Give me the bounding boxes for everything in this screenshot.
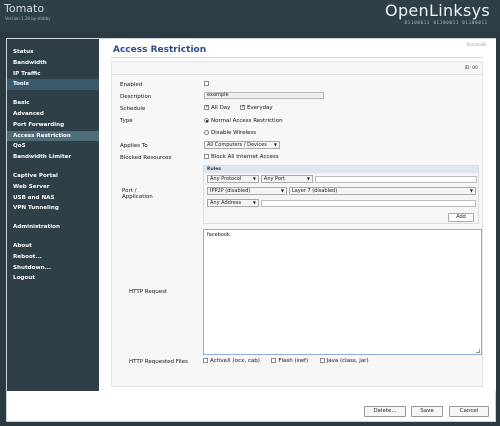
chevron-down-icon: ▼ [252, 200, 256, 205]
schedule-label: Schedule [120, 106, 146, 112]
flash-checkbox[interactable] [271, 358, 277, 363]
sidebar-item-tools[interactable]: Tools [7, 79, 99, 91]
disable-wireless-radio[interactable] [204, 130, 209, 135]
title-divider [111, 57, 483, 58]
ipp2p-value: IPP2P (disabled) [210, 188, 251, 194]
all-day-label: All Day [211, 105, 231, 111]
port-application-label: Port / Application [122, 188, 153, 200]
applies-to-value: All Computers / Devices [207, 142, 267, 148]
protocol-value: Any Protocol [210, 176, 242, 182]
port-input[interactable] [314, 175, 477, 183]
logo-binary-text: 01100011 01100011 01100011 [404, 20, 488, 25]
sidebar-item-status[interactable]: Status [7, 47, 99, 58]
http-request-textarea[interactable]: facebook [203, 229, 482, 355]
resize-handle-icon[interactable] [476, 349, 480, 353]
address-value: Any Address [210, 200, 242, 206]
rules-header: Rules [204, 166, 478, 173]
sidebar-item-usb-nas[interactable]: USB and NAS [7, 193, 99, 204]
layer7-value: Layer 7 (disabled) [291, 188, 338, 194]
sidebar-item-qos[interactable]: QoS [7, 141, 99, 152]
header-bar: Tomato Version 1.28 by shibby OpenLinksy… [0, 0, 500, 32]
block-all-internet-label: Block All Internet Access [211, 154, 279, 160]
everyday-label: Everyday [246, 105, 273, 111]
applies-to-label: Applies To [120, 143, 148, 149]
sidebar-item-administration[interactable]: Administration [7, 222, 99, 233]
applies-to-select[interactable]: All Computers / Devices ▼ [204, 141, 280, 149]
cancel-button[interactable]: Cancel [449, 406, 489, 417]
chevron-down-icon: ▼ [469, 188, 473, 193]
sidebar-item-port-forwarding[interactable]: Port Forwarding [7, 120, 99, 131]
description-label: Description [120, 94, 152, 100]
address-select[interactable]: Any Address ▼ [207, 199, 259, 207]
sidebar-item-access-restriction[interactable]: Access Restriction [7, 130, 99, 142]
chevron-down-icon: ▼ [252, 176, 256, 181]
sidebar-item-basic[interactable]: Basic [7, 98, 99, 109]
chevron-down-icon: ▼ [280, 188, 284, 193]
ipp2p-select[interactable]: IPP2P (disabled) ▼ [207, 187, 287, 195]
logo-text: OpenLinksys [385, 1, 490, 20]
http-request-value: facebook [207, 232, 230, 238]
chevron-down-icon: ▼ [273, 142, 277, 147]
activex-checkbox[interactable] [203, 358, 208, 363]
sidebar-item-about[interactable]: About [7, 241, 99, 252]
content-panel: TomatoSB Access Restriction ID: 00 Enabl… [100, 39, 496, 391]
description-input[interactable]: example [204, 92, 324, 99]
delete-button[interactable]: Delete... [364, 406, 406, 417]
chevron-down-icon: ▼ [306, 176, 310, 181]
sidebar-item-bandwidth[interactable]: Bandwidth [7, 58, 99, 69]
sidebar-item-vpn-tunneling[interactable]: VPN Tunneling [7, 203, 99, 214]
rule-id-label: ID: 00 [464, 66, 478, 71]
type-label: Type [120, 118, 133, 124]
sidebar-item-captive-portal[interactable]: Captive Portal [7, 171, 99, 182]
layer7-select[interactable]: Layer 7 (disabled) ▼ [288, 187, 476, 195]
sidebar-item-logout[interactable]: Logout [7, 273, 99, 284]
java-checkbox[interactable] [319, 358, 325, 363]
address-input[interactable] [260, 199, 476, 207]
port-select[interactable]: Any Port ▼ [260, 175, 313, 183]
block-all-internet-checkbox[interactable] [204, 154, 209, 159]
protocol-select[interactable]: Any Protocol ▼ [207, 175, 259, 183]
version-text: Version 1.28 by shibby [5, 16, 51, 21]
save-button[interactable]: Save [411, 406, 443, 417]
normal-restriction-radio[interactable] [204, 118, 209, 123]
sidebar-item-reboot[interactable]: Reboot... [7, 252, 99, 263]
enabled-label: Enabled [120, 82, 143, 88]
sidebar-item-advanced[interactable]: Advanced [7, 109, 99, 120]
normal-restriction-label: Normal Access Restriction [211, 118, 283, 124]
flash-label: Flash (swf) [278, 358, 309, 364]
everyday-checkbox[interactable] [239, 104, 245, 110]
main-frame: Status Bandwidth IP Traffic Tools Basic … [6, 38, 496, 422]
rules-box: Rules Any Protocol ▼ Any Port ▼ IPP2P (dis… [203, 165, 479, 224]
add-rule-button[interactable]: Add [448, 213, 474, 222]
all-day-checkbox[interactable] [204, 104, 209, 110]
disable-wireless-label: Disable Wireless [211, 130, 257, 136]
port-value: Any Port [263, 176, 285, 182]
sidebar-item-bandwidth-limiter[interactable]: Bandwidth Limiter [7, 152, 99, 163]
sidebar: Status Bandwidth IP Traffic Tools Basic … [7, 39, 99, 391]
java-label: Java (class, jar) [326, 358, 369, 364]
sidebar-item-web-server[interactable]: Web Server [7, 182, 99, 193]
blocked-resources-label: Blocked Resources [120, 155, 172, 161]
enabled-checkbox[interactable] [204, 81, 209, 86]
section-divider [112, 74, 482, 75]
page-title: Access Restriction [113, 45, 207, 55]
sidebar-item-ip-traffic[interactable]: IP Traffic [7, 69, 99, 80]
sidebar-item-shutdown[interactable]: Shutdown... [7, 263, 99, 274]
http-request-label: HTTP Request [129, 289, 168, 295]
brand-title: Tomato [4, 2, 45, 15]
http-requested-files-label: HTTP Requested Files [129, 359, 188, 365]
activex-label: ActiveX (ocx, cab) [210, 358, 260, 364]
router-id-text: TomatoSB [466, 42, 486, 47]
